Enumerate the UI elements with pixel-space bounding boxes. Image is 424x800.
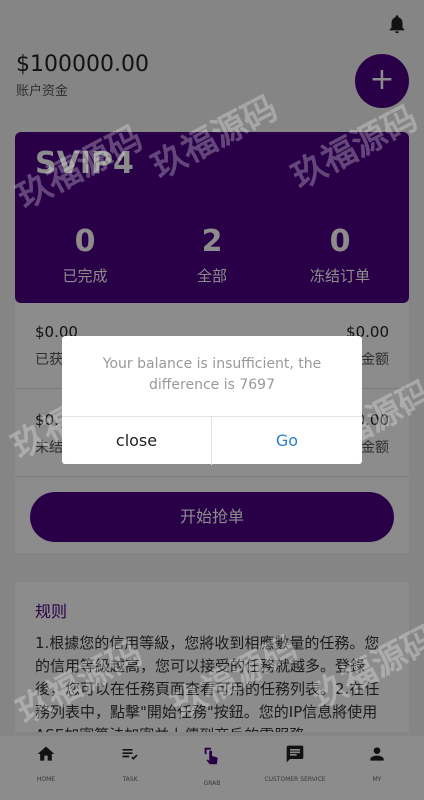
insufficient-balance-dialog: Your balance is insufficient, the differ… — [62, 336, 362, 465]
dialog-message: Your balance is insufficient, the differ… — [102, 356, 322, 393]
close-button[interactable]: close — [62, 417, 212, 465]
dialog-buttons: close Go — [62, 416, 362, 465]
go-button[interactable]: Go — [212, 417, 362, 465]
